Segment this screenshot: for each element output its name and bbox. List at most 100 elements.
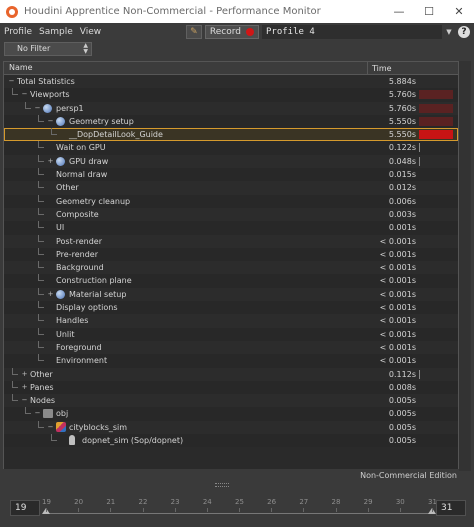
close-button[interactable]: ✕ xyxy=(444,0,474,23)
time-bar xyxy=(419,90,453,100)
collapse-icon[interactable]: − xyxy=(47,117,54,125)
row-label: Total Statistics xyxy=(17,77,75,86)
table-row[interactable]: Background < 0.001s xyxy=(4,261,458,275)
expand-icon[interactable]: + xyxy=(47,157,54,165)
table-row[interactable]: Environment < 0.001s xyxy=(4,354,458,368)
collapse-icon[interactable]: − xyxy=(21,91,28,98)
collapse-icon[interactable]: − xyxy=(21,397,28,404)
tree-connector xyxy=(38,120,44,122)
table-row[interactable]: UI 0.001s xyxy=(4,221,458,235)
row-time: 5.550s xyxy=(388,130,416,140)
tree-connector xyxy=(38,307,44,309)
filter-dropdown[interactable]: No Filter ▲ ▼ xyxy=(4,42,92,56)
tree-connector xyxy=(38,280,44,282)
table-row[interactable]: + GPU draw 0.048s xyxy=(4,154,458,169)
viewport-globe-icon xyxy=(56,156,65,166)
table-row[interactable]: Unlit < 0.001s xyxy=(4,327,458,341)
collapse-icon[interactable]: − xyxy=(47,423,54,431)
collapse-icon[interactable]: − xyxy=(8,78,15,85)
row-label: GPU draw xyxy=(69,156,109,166)
timeline-bar: 19 19 20 21 22 23 24 25 26 27 28 29 30 31 31 xyxy=(0,489,474,527)
column-name-header[interactable]: Name xyxy=(9,63,33,72)
clear-brush-button[interactable]: ✎ xyxy=(185,24,202,39)
expand-icon[interactable]: + xyxy=(21,370,28,378)
row-label: Geometry cleanup xyxy=(56,196,131,206)
row-label: Other xyxy=(56,183,79,193)
row-time: < 0.001s xyxy=(379,356,416,366)
table-row[interactable]: Normal draw 0.015s xyxy=(4,168,458,182)
expand-icon[interactable]: + xyxy=(21,383,28,391)
table-row[interactable]: Foreground < 0.001s xyxy=(4,340,458,355)
tree-connector xyxy=(38,253,44,255)
viewport-globe-icon xyxy=(43,103,52,113)
end-frame-field[interactable]: 31 xyxy=(436,500,466,516)
menu-sample[interactable]: Sample xyxy=(35,27,76,37)
track-line xyxy=(46,513,432,514)
table-row[interactable]: + Other 0.112s xyxy=(4,367,458,381)
frame-tick-label: 26 xyxy=(267,498,277,506)
frame-tick-mark xyxy=(46,508,47,512)
row-label: __DopDetailLook_Guide xyxy=(69,130,163,140)
minimize-button[interactable]: — xyxy=(384,0,414,23)
dopnet-node-icon xyxy=(69,435,75,446)
tree-connector xyxy=(38,187,44,189)
table-row[interactable]: Composite 0.003s xyxy=(4,207,458,222)
row-time: 0.112s xyxy=(388,369,416,379)
time-bar xyxy=(419,143,420,153)
tree-connector xyxy=(51,440,57,442)
resize-grip-icon[interactable] xyxy=(215,483,229,487)
maximize-button[interactable]: ☐ xyxy=(414,0,444,23)
table-row[interactable]: Display options < 0.001s xyxy=(4,301,458,315)
title-bar: Houdini Apprentice Non-Commercial - Perf… xyxy=(0,0,474,23)
record-button[interactable]: Record xyxy=(204,24,259,39)
frame-tick-mark xyxy=(206,508,208,512)
row-label: UI xyxy=(56,223,65,233)
table-row[interactable]: Handles < 0.001s xyxy=(4,314,458,328)
table-header: Name Time xyxy=(4,62,458,75)
table-row[interactable]: __DopDetailLook_Guide 5.550s xyxy=(4,128,458,142)
table-row[interactable]: Pre-render < 0.001s xyxy=(4,247,458,262)
table-row[interactable]: − cityblocks_sim 0.005s xyxy=(4,420,458,435)
window-title: Houdini Apprentice Non-Commercial - Perf… xyxy=(24,6,321,17)
table-row[interactable]: Post-render < 0.001s xyxy=(4,234,458,248)
table-row[interactable]: − obj 0.005s xyxy=(4,407,458,421)
table-row[interactable]: − Nodes 0.005s xyxy=(4,394,458,408)
table-row[interactable]: Construction plane < 0.001s xyxy=(4,274,458,288)
table-row[interactable]: + Material setup < 0.001s xyxy=(4,287,458,302)
table-row[interactable]: − Viewports 5.760s xyxy=(4,88,458,102)
chevron-down-icon[interactable]: ▼ xyxy=(442,28,456,36)
table-row[interactable]: − Total Statistics 5.884s xyxy=(4,75,458,89)
table-row[interactable]: − Geometry setup 5.550s xyxy=(4,114,458,129)
table-row[interactable]: Other 0.012s xyxy=(4,181,458,195)
frame-tick-label: 29 xyxy=(363,498,373,506)
column-time-header[interactable]: Time xyxy=(367,62,458,75)
row-label: Geometry setup xyxy=(69,116,134,126)
row-label: Post-render xyxy=(56,236,103,246)
profile-name-field[interactable]: Profile 4 xyxy=(262,24,442,39)
row-time: 5.760s xyxy=(388,103,416,113)
menu-view[interactable]: View xyxy=(76,27,104,37)
table-row[interactable]: dopnet_sim (Sop/dopnet) 0.005s xyxy=(4,434,458,448)
table-row[interactable]: Geometry cleanup 0.006s xyxy=(4,194,458,208)
table-row[interactable]: − persp1 5.760s xyxy=(4,101,458,115)
menu-profile[interactable]: Profile xyxy=(0,27,35,37)
menu-bar: Profile Sample View ✎ Record Profile 4 ▼… xyxy=(0,23,474,40)
vertical-scrollbar[interactable] xyxy=(459,61,471,471)
row-time: 0.003s xyxy=(388,209,416,219)
tree-connector xyxy=(38,240,44,242)
start-frame-field[interactable]: 19 xyxy=(10,500,40,516)
frame-tick-label: 30 xyxy=(395,498,405,506)
table-row[interactable]: + Panes 0.008s xyxy=(4,380,458,395)
expand-icon[interactable]: + xyxy=(47,290,54,298)
houdini-logo-icon xyxy=(6,5,18,18)
frame-tick-mark xyxy=(367,508,369,512)
timeline-track[interactable]: 19 20 21 22 23 24 25 26 27 28 29 30 31 xyxy=(42,494,437,521)
collapse-icon[interactable]: − xyxy=(34,410,41,417)
tree-connector xyxy=(12,373,18,375)
tree-connector xyxy=(38,174,44,176)
collapse-icon[interactable]: − xyxy=(34,104,41,112)
row-label: Nodes xyxy=(30,396,56,406)
table-row[interactable]: Wait on GPU 0.122s xyxy=(4,141,458,155)
frame-tick-label: 20 xyxy=(74,498,84,506)
help-icon[interactable]: ? xyxy=(458,25,470,38)
